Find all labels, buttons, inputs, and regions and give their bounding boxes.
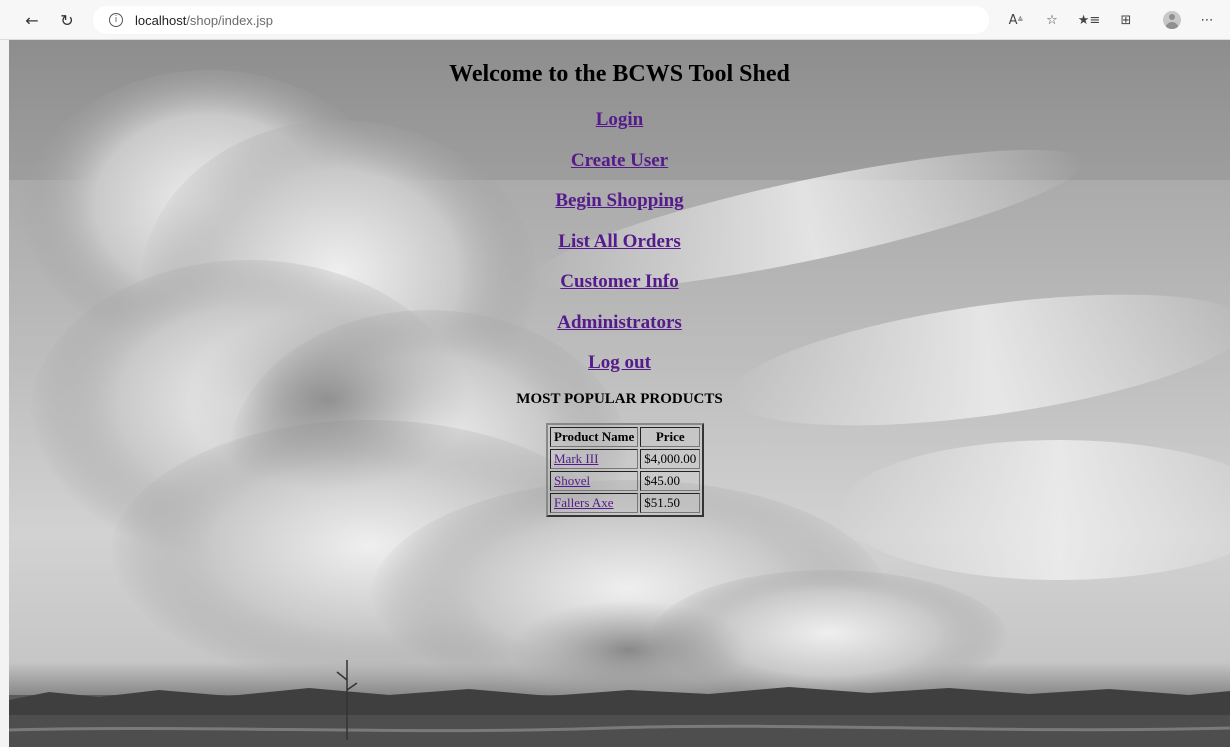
- login-link[interactable]: Login: [9, 108, 1230, 149]
- product-name-cell: Mark III: [550, 449, 639, 469]
- favorites-icon[interactable]: ★≡: [1077, 8, 1101, 32]
- create-user-link[interactable]: Create User: [9, 149, 1230, 190]
- url-host: localhost: [135, 12, 187, 28]
- info-icon[interactable]: i: [109, 13, 123, 27]
- product-link[interactable]: Fallers Axe: [554, 495, 614, 510]
- begin-shopping-link[interactable]: Begin Shopping: [9, 189, 1230, 230]
- read-aloud-icon[interactable]: A ≙: [1004, 8, 1028, 32]
- column-header-product-name: Product Name: [550, 427, 639, 447]
- more-icon[interactable]: ⋯: [1195, 8, 1219, 32]
- page-viewport: Welcome to the BCWS Tool Shed Login Crea…: [9, 40, 1230, 747]
- profile-avatar-icon[interactable]: [1160, 8, 1184, 32]
- product-price-cell: $45.00: [640, 471, 701, 491]
- page-title: Welcome to the BCWS Tool Shed: [449, 61, 790, 87]
- main-menu: Login Create User Begin Shopping List Al…: [9, 108, 1230, 392]
- product-name-cell: Fallers Axe: [550, 493, 639, 513]
- address-bar[interactable]: i localhost/shop/index.jsp: [93, 6, 989, 34]
- table-header-row: Product Name Price: [550, 427, 701, 447]
- table-row: Mark III $4,000.00: [550, 449, 701, 469]
- column-header-price: Price: [640, 427, 701, 447]
- url-text[interactable]: localhost/shop/index.jsp: [135, 13, 273, 28]
- url-path: /shop/index.jsp: [186, 12, 274, 28]
- product-price-cell: $4,000.00: [640, 449, 701, 469]
- table-row: Fallers Axe $51.50: [550, 493, 701, 513]
- customer-info-link[interactable]: Customer Info: [9, 270, 1230, 311]
- product-link[interactable]: Mark III: [554, 451, 598, 466]
- favorite-add-icon[interactable]: ☆: [1040, 8, 1064, 32]
- back-icon[interactable]: ←: [20, 8, 44, 32]
- collections-icon[interactable]: ⊞: [1114, 8, 1138, 32]
- table-row: Shovel $45.00: [550, 471, 701, 491]
- log-out-link[interactable]: Log out: [9, 351, 1230, 392]
- refresh-icon[interactable]: ↻: [55, 8, 79, 32]
- product-price-cell: $51.50: [640, 493, 701, 513]
- administrators-link[interactable]: Administrators: [9, 311, 1230, 352]
- browser-toolbar: ← ↻ i localhost/shop/index.jsp A ≙ ☆ ★≡ ⊞…: [0, 0, 1230, 40]
- product-link[interactable]: Shovel: [554, 473, 590, 488]
- popular-products-table: Product Name Price Mark III $4,000.00 Sh…: [546, 423, 705, 517]
- product-name-cell: Shovel: [550, 471, 639, 491]
- popular-products-heading: MOST POPULAR PRODUCTS: [516, 391, 723, 407]
- list-all-orders-link[interactable]: List All Orders: [9, 230, 1230, 271]
